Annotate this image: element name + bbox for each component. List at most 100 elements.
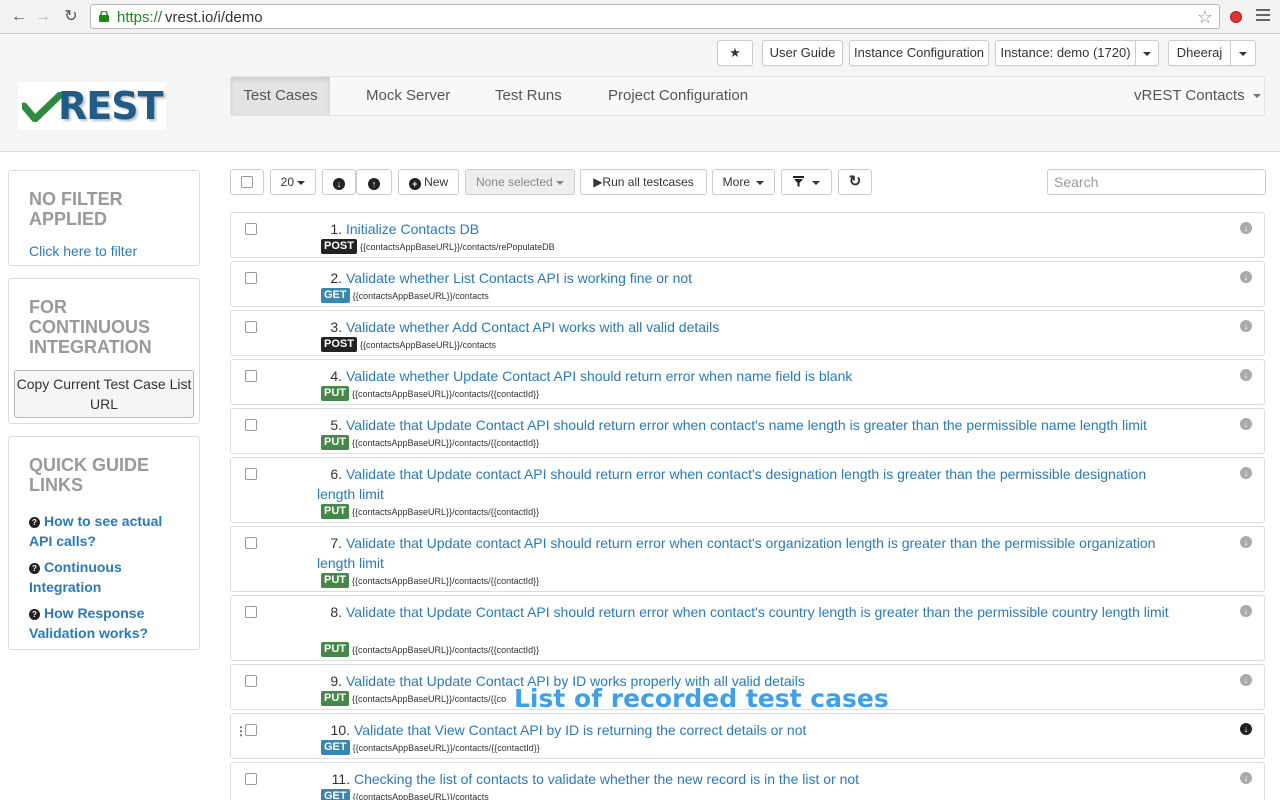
user-dropdown-toggle[interactable]: [1230, 40, 1256, 66]
request-info: GET {{contactsAppBaseURL}}/contacts: [321, 288, 489, 303]
row-checkbox[interactable]: [245, 272, 257, 284]
test-case-link[interactable]: Validate whether List Contacts API is wo…: [346, 270, 692, 286]
row-checkbox[interactable]: [245, 606, 257, 618]
instance-dropdown-toggle[interactable]: [1135, 40, 1159, 66]
bookmark-star-icon[interactable]: ☆: [1197, 7, 1213, 28]
test-case-row[interactable]: 8. Validate that Update Contact API shoul…: [230, 595, 1265, 661]
search-input[interactable]: [1047, 169, 1266, 195]
test-case-row[interactable]: 1. Initialize Contacts DB POST {{contactsA…: [230, 212, 1265, 258]
reload-icon[interactable]: ↻: [60, 6, 82, 28]
row-checkbox[interactable]: [245, 468, 257, 480]
quick-guide-panel: QUICK GUIDE LINKS ? How to see actual API…: [8, 436, 200, 650]
browser-menu-icon[interactable]: [1256, 9, 1270, 24]
run-all-label: Run all testcases: [602, 175, 694, 189]
instance-button[interactable]: Instance: demo (1720): [995, 40, 1135, 66]
address-bar[interactable]: https:// vrest.io/i/demo ☆: [90, 4, 1220, 29]
filter-dropdown[interactable]: [781, 169, 832, 195]
test-case-row[interactable]: 4. Validate whether Update Contact API sh…: [230, 359, 1265, 405]
expand-details-icon[interactable]: ↓: [1240, 674, 1252, 686]
arrow-up-icon: ↑: [368, 178, 380, 190]
select-all-checkbox[interactable]: [230, 169, 264, 195]
vrest-logo[interactable]: REST: [18, 82, 166, 130]
expand-details-icon[interactable]: ↓: [1240, 605, 1252, 617]
test-case-row[interactable]: 6. Validate that Update contact API shoul…: [230, 457, 1265, 523]
refresh-button[interactable]: ↻: [838, 169, 872, 195]
user-button[interactable]: Dheeraj: [1168, 40, 1230, 66]
extension-icon[interactable]: [1230, 11, 1242, 23]
test-case-row[interactable]: 5. Validate that Update Contact API shoul…: [230, 408, 1265, 454]
copy-test-case-list-url-button[interactable]: Copy Current Test Case List URL: [14, 370, 194, 418]
expand-details-icon[interactable]: ↓: [1240, 320, 1252, 332]
tab-test-runs[interactable]: Test Runs: [495, 77, 562, 115]
method-badge: PUT: [321, 691, 349, 706]
test-case-title: 10. Validate that View Contact API by ID …: [317, 720, 1177, 740]
test-case-row[interactable]: 11. Checking the list of contacts to vali…: [230, 762, 1265, 800]
row-checkbox[interactable]: [245, 223, 257, 235]
url-text: vrest.io/i/demo: [165, 9, 263, 26]
expand-details-icon[interactable]: ↓: [1240, 772, 1252, 784]
test-case-row[interactable]: 7. Validate that Update contact API shoul…: [230, 526, 1265, 592]
row-checkbox[interactable]: [245, 675, 257, 687]
test-case-link[interactable]: Validate whether Update Contact API shou…: [346, 368, 852, 384]
page-size-dropdown[interactable]: 20: [270, 169, 316, 195]
more-label: More: [722, 175, 750, 189]
forward-icon[interactable]: →: [32, 6, 54, 28]
back-icon[interactable]: ←: [8, 6, 30, 28]
expand-details-icon[interactable]: ↓: [1240, 271, 1252, 283]
chevron-down-icon: [1239, 51, 1247, 56]
tab-test-cases[interactable]: Test Cases: [231, 77, 330, 115]
user-guide-button[interactable]: User Guide: [762, 40, 843, 66]
favorite-star-button[interactable]: ★: [717, 40, 753, 66]
test-case-link[interactable]: Validate whether Add Contact API works w…: [346, 319, 719, 335]
project-selector[interactable]: vREST Contacts: [1134, 77, 1261, 115]
method-badge: PUT: [321, 642, 349, 657]
request-info: PUT {{contactsAppBaseURL}}/contacts/{{con…: [321, 435, 539, 450]
test-case-link[interactable]: Validate that Update contact API should …: [317, 466, 1146, 502]
test-case-row[interactable]: 2. Validate whether List Contacts API is …: [230, 261, 1265, 307]
refresh-icon: ↻: [848, 173, 862, 190]
test-case-number: 4.: [330, 368, 342, 384]
chevron-down-icon: [297, 180, 306, 185]
new-test-case-button[interactable]: + New: [398, 169, 459, 195]
row-checkbox[interactable]: [245, 773, 257, 785]
test-case-link[interactable]: Validate that Update Contact API should …: [346, 417, 1147, 433]
quick-link-continuous-integration[interactable]: ? Continuous Integration: [29, 557, 149, 597]
expand-details-icon[interactable]: ↓: [1240, 222, 1252, 234]
expand-details-icon[interactable]: ↓: [1240, 369, 1252, 381]
row-checkbox[interactable]: [245, 321, 257, 333]
filter-link[interactable]: Click here to filter: [29, 243, 137, 259]
test-case-row[interactable]: 3. Validate whether Add Contact API works…: [230, 310, 1265, 356]
test-case-link[interactable]: Validate that View Contact API by ID is …: [354, 722, 806, 738]
run-all-testcases-button[interactable]: ▶Run all testcases: [580, 169, 707, 195]
quick-link-response-validation[interactable]: ? How Response Validation works?: [29, 603, 169, 643]
test-case-link[interactable]: Initialize Contacts DB: [346, 221, 479, 237]
expand-details-icon[interactable]: ↓: [1240, 723, 1252, 735]
row-checkbox[interactable]: [245, 724, 257, 736]
row-checkbox[interactable]: [245, 370, 257, 382]
expand-details-icon[interactable]: ↓: [1240, 418, 1252, 430]
question-icon: ?: [29, 609, 40, 620]
page-size-value: 20: [280, 175, 294, 189]
move-up-button[interactable]: ↑: [356, 169, 392, 195]
expand-details-icon[interactable]: ↓: [1240, 467, 1252, 479]
test-case-link[interactable]: Checking the list of contacts to validat…: [354, 771, 859, 787]
quick-link-api-calls[interactable]: ? How to see actual API calls?: [29, 511, 179, 551]
test-case-number: 3.: [330, 319, 342, 335]
expand-details-icon[interactable]: ↓: [1240, 536, 1252, 548]
tab-mock-server[interactable]: Mock Server: [366, 77, 450, 115]
plus-icon: +: [408, 178, 421, 190]
test-case-link[interactable]: Validate that Update contact API should …: [317, 535, 1155, 571]
test-case-link[interactable]: Validate that Update Contact API should …: [346, 604, 1169, 620]
request-info: PUT {{contactsAppBaseURL}}/contacts/{{con…: [321, 573, 539, 588]
checkmark-logo-icon: [22, 92, 62, 122]
test-case-row[interactable]: ⋮ 10. Validate that View Contact API by I…: [230, 713, 1265, 759]
tab-project-configuration[interactable]: Project Configuration: [608, 77, 748, 115]
move-down-button[interactable]: ↓: [322, 169, 356, 195]
bulk-selection-dropdown[interactable]: None selected: [465, 169, 575, 195]
instance-configuration-button[interactable]: Instance Configuration: [849, 40, 989, 66]
test-case-title: 8. Validate that Update Contact API shoul…: [317, 602, 1177, 622]
row-checkbox[interactable]: [245, 419, 257, 431]
request-url: {{contactsAppBaseURL}}/contacts/{{contac…: [352, 645, 540, 655]
more-dropdown[interactable]: More: [712, 169, 775, 195]
row-checkbox[interactable]: [245, 537, 257, 549]
